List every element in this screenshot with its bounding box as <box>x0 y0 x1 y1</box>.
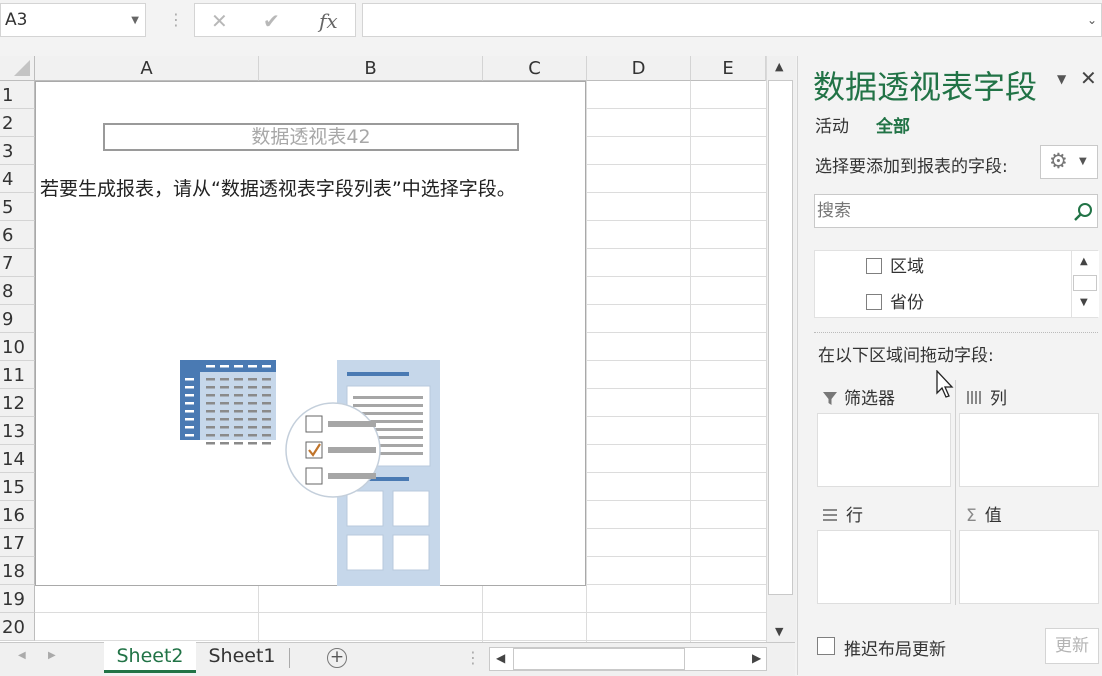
row-header[interactable]: 14 <box>0 445 35 473</box>
name-box[interactable]: A3 ▼ <box>0 3 146 37</box>
pivot-hint-text: 若要生成报表，请从“数据透视表字段列表”中选择字段。 <box>40 178 516 200</box>
row-header[interactable]: 1 <box>0 81 35 109</box>
columns-icon <box>967 391 981 404</box>
field-checkbox[interactable] <box>866 258 882 274</box>
row-header[interactable]: 4 <box>0 165 35 193</box>
filter-icon <box>823 392 837 405</box>
chevron-down-icon: ▼ <box>1079 156 1087 167</box>
field-label: 区域 <box>890 257 924 277</box>
enter-icon[interactable]: ✔ <box>263 9 280 33</box>
field-list[interactable] <box>814 250 1098 318</box>
search-icon[interactable] <box>1073 202 1093 222</box>
select-all-button[interactable] <box>0 56 35 81</box>
field-item[interactable]: 省份 <box>866 288 924 313</box>
formula-bar-grip-icon: ⋮ <box>168 10 184 29</box>
close-icon[interactable]: ✕ <box>1080 66 1097 90</box>
field-list-scrollbar[interactable]: ▲ ▼ <box>1071 251 1099 317</box>
scroll-down-icon[interactable]: ▼ <box>1080 297 1088 308</box>
drag-fields-label: 在以下区域间拖动字段: <box>818 346 994 366</box>
row-header[interactable]: 6 <box>0 221 35 249</box>
column-header-b[interactable]: B <box>259 56 483 81</box>
update-button[interactable]: 更新 <box>1045 628 1099 664</box>
zone-title-values: Σ值 <box>966 506 1002 526</box>
row-header[interactable]: 9 <box>0 305 35 333</box>
field-item[interactable]: 区域 <box>866 252 924 277</box>
rows-drop-zone[interactable] <box>817 530 951 604</box>
add-sheet-icon[interactable]: + <box>327 648 347 668</box>
row-header[interactable]: 20 <box>0 613 35 641</box>
pane-title: 数据透视表字段 <box>813 68 1038 106</box>
row-header[interactable]: 7 <box>0 249 35 277</box>
checklist-magnifier-icon <box>285 402 381 498</box>
columns-drop-zone[interactable] <box>959 413 1099 487</box>
next-sheet-icon[interactable]: ▶ <box>48 650 56 661</box>
scroll-right-icon[interactable]: ▶ <box>752 651 761 665</box>
tab-split-grip-icon[interactable]: ⋮ <box>465 648 481 667</box>
zone-title-columns: 列 <box>966 384 1007 409</box>
row-header[interactable]: 8 <box>0 277 35 305</box>
row-header[interactable]: 10 <box>0 333 35 361</box>
expand-formula-icon[interactable]: ⌄ <box>1087 13 1097 27</box>
field-label: 省份 <box>890 293 924 313</box>
field-search[interactable] <box>814 194 1098 228</box>
sheet-tab-sheet1[interactable]: Sheet1 <box>196 642 288 673</box>
scroll-down-icon[interactable]: ▼ <box>775 625 783 638</box>
pane-options-icon[interactable]: ▼ <box>1057 72 1066 86</box>
name-box-dropdown-icon[interactable]: ▼ <box>131 15 139 26</box>
pivot-illustration <box>180 360 440 586</box>
defer-update-label: 推迟布局更新 <box>844 640 946 660</box>
row-header[interactable]: 18 <box>0 557 35 585</box>
row-header[interactable]: 13 <box>0 417 35 445</box>
scroll-up-icon[interactable]: ▲ <box>775 60 783 73</box>
mouse-cursor-icon <box>936 370 954 398</box>
tab-active[interactable]: 活动 <box>815 112 849 137</box>
cancel-icon[interactable]: ✕ <box>211 9 228 33</box>
pane-splitter[interactable] <box>814 332 1098 333</box>
column-header-e[interactable]: E <box>691 56 766 81</box>
column-header-a[interactable]: A <box>35 56 259 81</box>
sheet-tab-sheet2[interactable]: Sheet2 <box>104 642 196 673</box>
zone-title-rows: 行 <box>822 501 863 526</box>
row-header[interactable]: 17 <box>0 529 35 557</box>
insert-function-icon[interactable]: fx <box>319 9 338 33</box>
field-settings-button[interactable]: ⚙ ▼ <box>1040 145 1098 179</box>
rows-icon <box>823 509 837 521</box>
row-header[interactable]: 12 <box>0 389 35 417</box>
horizontal-scroll-thumb[interactable] <box>513 648 685 670</box>
row-header[interactable]: 3 <box>0 137 35 165</box>
search-input[interactable] <box>815 195 1069 227</box>
column-header-c[interactable]: C <box>483 56 587 81</box>
filters-drop-zone[interactable] <box>817 413 951 487</box>
formula-buttons: ✕ ✔ fx <box>194 3 356 37</box>
zone-title-filters: 筛选器 <box>822 384 895 409</box>
row-header[interactable]: 2 <box>0 109 35 137</box>
defer-update-checkbox[interactable] <box>817 637 835 655</box>
row-header[interactable]: 19 <box>0 585 35 613</box>
scroll-left-icon[interactable]: ◀ <box>496 651 505 665</box>
vertical-scroll-thumb[interactable] <box>768 80 793 595</box>
prev-sheet-icon[interactable]: ◀ <box>18 650 26 661</box>
name-box-value: A3 <box>5 10 28 30</box>
row-header[interactable]: 16 <box>0 501 35 529</box>
values-drop-zone[interactable] <box>959 530 1099 604</box>
sigma-icon: Σ <box>966 506 977 526</box>
row-header[interactable]: 15 <box>0 473 35 501</box>
choose-fields-label: 选择要添加到报表的字段: <box>815 157 1008 177</box>
row-header[interactable]: 5 <box>0 193 35 221</box>
row-header[interactable]: 11 <box>0 361 35 389</box>
gear-icon: ⚙ <box>1049 149 1068 173</box>
field-list-scroll-thumb[interactable] <box>1073 275 1097 291</box>
tab-all[interactable]: 全部 <box>876 112 910 137</box>
pivot-table-name: 数据透视表42 <box>103 123 519 151</box>
scroll-up-icon[interactable]: ▲ <box>1080 256 1088 267</box>
column-header-d[interactable]: D <box>587 56 691 81</box>
field-checkbox[interactable] <box>866 294 882 310</box>
formula-input[interactable]: ⌄ <box>362 3 1102 37</box>
